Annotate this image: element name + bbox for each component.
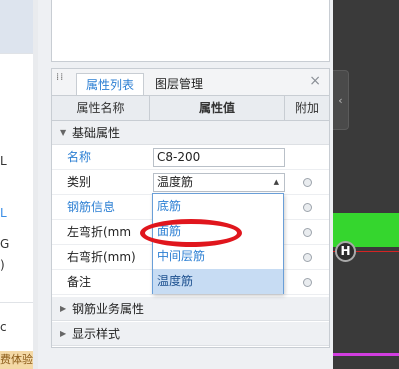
drag-grip-icon[interactable]: ⁞⁞ [56,73,64,89]
sidebar-fragment[interactable]: L [0,206,7,220]
sidebar-fragment[interactable]: ) [0,258,5,272]
upper-panel [51,0,330,62]
column-header-extra: 附加 [294,101,319,115]
chevron-left-icon: ‹ [338,94,343,107]
drawing-canvas[interactable]: ‹ H [333,0,399,369]
divider [0,302,33,303]
column-header-name: 属性名称 [52,96,150,121]
dropdown-option[interactable]: 中间层筋 [153,244,283,269]
sidebar-fragment[interactable]: L [0,154,7,168]
table-row: 类别 温度筋 ▲ [52,170,329,195]
property-name: 备注 [67,275,92,289]
group-display-style[interactable]: ▶ 显示样式 [52,322,329,346]
caret-down-icon: ▼ [60,128,67,137]
group-basic-properties[interactable]: ▼ 基础属性 [52,121,329,145]
group-label: 基础属性 [72,126,121,140]
dropdown-option-selected[interactable]: 温度筋 [153,269,283,294]
group-label: 钢筋业务属性 [72,302,145,316]
divider [0,53,33,54]
table-row: 名称 C8-200 [52,145,329,170]
property-name: 左弯折(mm [67,225,132,239]
caret-down-icon: ▲ [273,178,279,186]
properties-pane: ⁞⁞ 属性列表 图层管理 × 属性名称 属性值 附加 ▼ 基础属性 名称 C8-… [38,0,333,369]
trial-badge[interactable]: 费体验 [0,351,33,369]
property-value-field[interactable]: C8-200 [153,148,285,167]
tab-bar: ⁞⁞ 属性列表 图层管理 × [51,68,330,96]
panel-footer [51,348,330,369]
select-value: 温度筋 [157,175,194,189]
property-name-link[interactable]: 钢筋信息 [67,195,115,220]
caret-right-icon: ▶ [60,304,67,313]
category-select[interactable]: 温度筋 ▲ [153,173,285,192]
attach-radio[interactable] [303,178,312,187]
property-name: 右弯折(mm) [67,250,136,264]
sidebar-fragment[interactable]: G [0,237,9,251]
collapse-handle[interactable]: ‹ [333,70,349,130]
sidebar-selected-item[interactable] [0,0,33,53]
tab-layer-management[interactable]: 图层管理 [146,73,212,96]
caret-right-icon: ▶ [60,329,67,338]
close-icon[interactable]: × [309,73,321,89]
attach-radio[interactable] [303,278,312,287]
attach-radio[interactable] [303,203,312,212]
property-name: 类别 [67,175,92,189]
attach-radio[interactable] [303,228,312,237]
attach-radio[interactable] [303,253,312,262]
tab-property-list[interactable]: 属性列表 [76,73,145,96]
grid-header: 属性名称 属性值 附加 [52,96,329,121]
group-label: 显示样式 [72,327,121,341]
group-business-properties[interactable]: ▶ 钢筋业务属性 [52,297,329,321]
dropdown-option[interactable]: 底筋 [153,194,283,219]
sidebar-fragment[interactable]: c [0,320,7,334]
annotation-ellipse [140,219,242,247]
property-name-link[interactable]: 名称 [67,145,91,170]
column-header-value: 属性值 [150,96,285,121]
magenta-line [333,353,399,356]
axis-marker[interactable]: H [335,241,356,262]
